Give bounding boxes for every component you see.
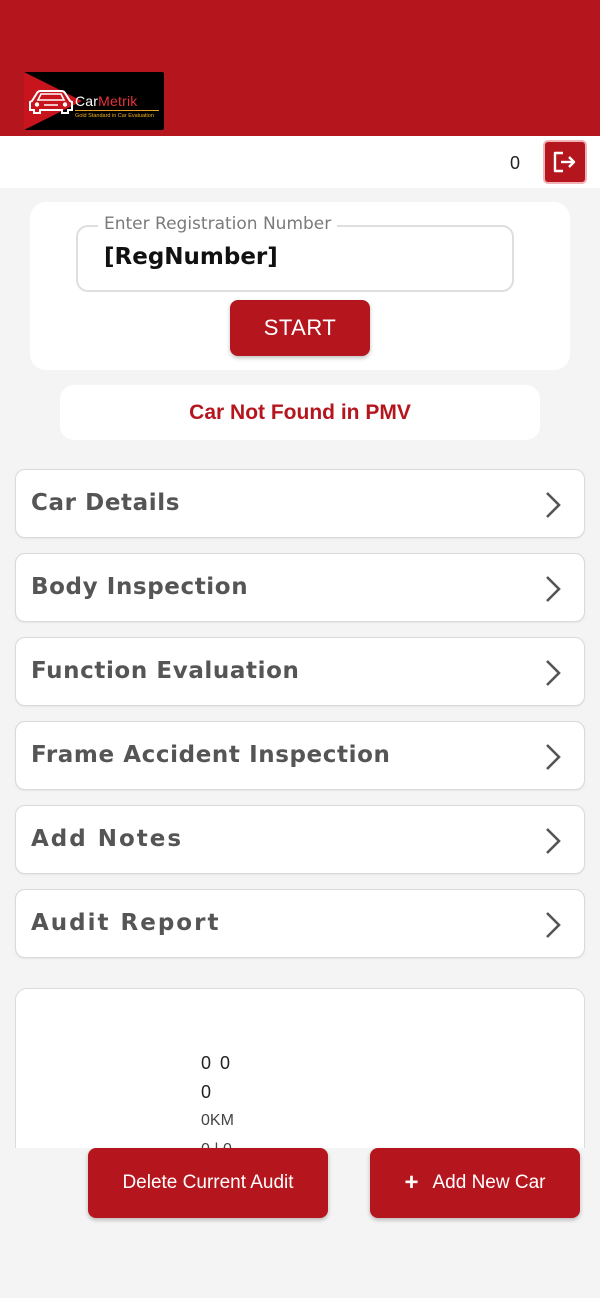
summary-make-model: 0 0 <box>201 1053 233 1073</box>
menu-item-label: Add Notes <box>31 826 184 852</box>
registration-input[interactable]: [RegNumber] <box>104 244 278 270</box>
menu-item-label: Body Inspection <box>31 574 249 600</box>
plus-icon: + <box>404 1169 419 1196</box>
menu-item-label: Audit Report <box>31 910 221 936</box>
brand-metrik: Metrik <box>98 93 138 109</box>
add-new-car-label: Add New Car <box>432 1172 546 1193</box>
summary-mileage: 0KM <box>201 1112 234 1129</box>
summary-year: 0 <box>201 1082 212 1102</box>
registration-card: Enter Registration Number [RegNumber] ST… <box>30 202 570 370</box>
menu-item-car-details[interactable]: Car Details <box>15 469 585 538</box>
chevron-right-icon <box>546 828 561 854</box>
chevron-right-icon <box>546 660 561 686</box>
menu-item-add-notes[interactable]: Add Notes <box>15 805 585 874</box>
logout-button[interactable] <box>545 142 585 182</box>
delete-audit-button[interactable]: Delete Current Audit <box>88 1148 328 1218</box>
menu-item-function-evaluation[interactable]: Function Evaluation <box>15 637 585 706</box>
chevron-right-icon <box>546 576 561 602</box>
registration-field[interactable]: Enter Registration Number [RegNumber] <box>76 214 514 292</box>
brand-underline <box>75 110 159 111</box>
add-new-car-button[interactable]: + Add New Car <box>370 1148 580 1218</box>
menu-item-label: Car Details <box>31 490 181 516</box>
car-icon <box>29 90 73 114</box>
menu-item-body-inspection[interactable]: Body Inspection <box>15 553 585 622</box>
brand-tagline: Gold Standard in Car Evaluation <box>75 113 154 119</box>
menu-item-label: Frame Accident Inspection <box>31 742 391 768</box>
chevron-right-icon <box>546 492 561 518</box>
top-toolbar: 0 <box>0 136 600 188</box>
status-message: Car Not Found in PMV <box>60 385 540 440</box>
start-button[interactable]: START <box>230 300 370 356</box>
registration-legend: Enter Registration Number <box>98 214 338 234</box>
delete-audit-label: Delete Current Audit <box>122 1172 294 1193</box>
menu-item-label: Function Evaluation <box>31 658 300 684</box>
chevron-right-icon <box>546 744 561 770</box>
brand-name: CarMetrik <box>75 93 137 109</box>
audit-counter: 0 <box>510 153 521 173</box>
carmetrik-logo: CarMetrik Gold Standard in Car Evaluatio… <box>24 72 164 130</box>
chevron-right-icon <box>546 912 561 938</box>
menu-item-audit-report[interactable]: Audit Report <box>15 889 585 958</box>
logout-icon <box>553 151 576 173</box>
app-header: CarMetrik Gold Standard in Car Evaluatio… <box>0 0 600 136</box>
brand-car: Car <box>75 93 99 109</box>
menu-item-frame-accident-inspection[interactable]: Frame Accident Inspection <box>15 721 585 790</box>
